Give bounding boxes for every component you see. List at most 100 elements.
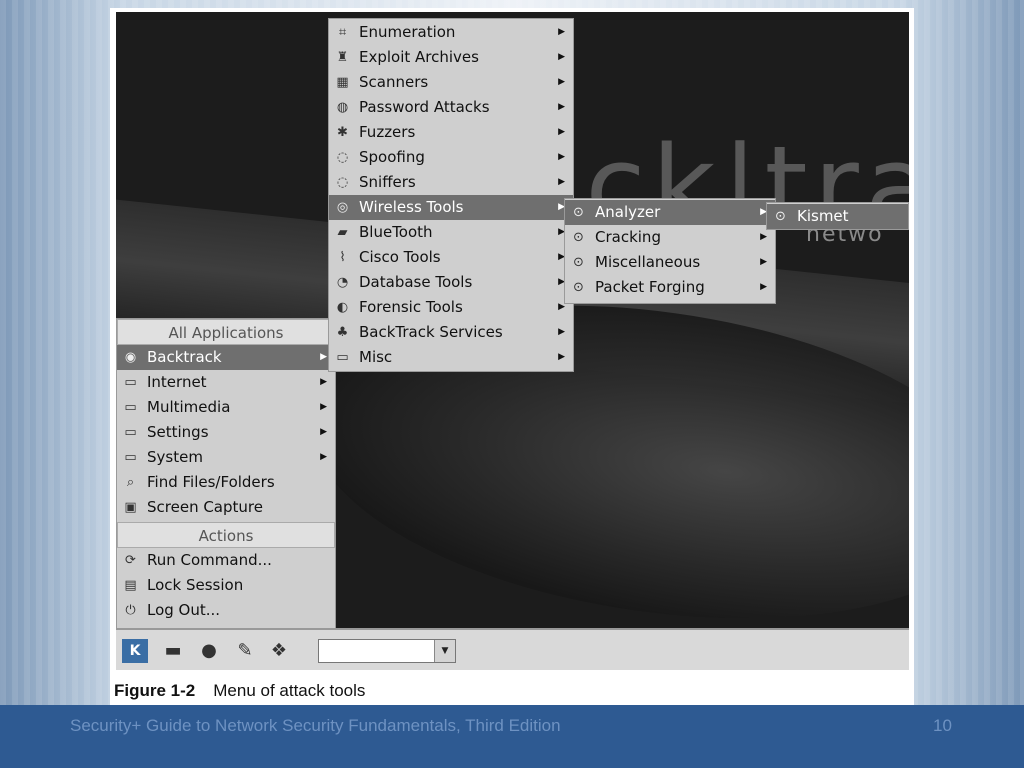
chevron-down-icon[interactable]: ▼ xyxy=(434,640,455,662)
folder-icon: ▭ xyxy=(336,350,349,365)
chevron-right-icon: ▶ xyxy=(320,377,327,387)
kde-start-icon[interactable]: K xyxy=(122,639,148,663)
menu-item-lock-session[interactable]: ▤ Lock Session xyxy=(117,573,335,598)
sniffer-icon: ◌ xyxy=(336,175,349,190)
database-icon: ◔ xyxy=(336,275,349,290)
logout-icon: ⏻ xyxy=(125,603,136,618)
menu-item-multimedia[interactable]: ▭ Multimedia ▶ xyxy=(117,395,335,420)
spoofing-icon: ◌ xyxy=(336,150,349,165)
chevron-right-icon: ▶ xyxy=(558,77,565,87)
menu-item-backtrack[interactable]: ◉ Backtrack ▶ xyxy=(117,345,335,370)
analyzer-submenu: ⊙ Kismet xyxy=(766,202,909,230)
chevron-right-icon: ▶ xyxy=(320,402,327,412)
footer-band xyxy=(0,705,1024,768)
menu-item-label: Internet xyxy=(147,373,207,391)
desktop-screenshot: back|tra netwo All Applications ◉ Backtra… xyxy=(116,12,909,629)
folder-icon: ▭ xyxy=(124,375,137,390)
antenna-icon: ⊙ xyxy=(573,280,584,295)
menu-item-label: Scanners xyxy=(359,73,429,91)
menu-item-password-attacks[interactable]: ◍ Password Attacks ▶ xyxy=(329,95,573,120)
menu-item-backtrack-services[interactable]: ♣ BackTrack Services ▶ xyxy=(329,320,573,345)
menu-item-label: Find Files/Folders xyxy=(147,473,275,491)
fuzzer-icon: ✱ xyxy=(337,125,348,140)
taskbar-combo-box[interactable]: ▼ xyxy=(318,639,456,663)
chevron-right-icon: ▶ xyxy=(320,452,327,462)
chevron-right-icon: ▶ xyxy=(558,52,565,62)
menu-item-miscellaneous[interactable]: ⊙ Miscellaneous ▶ xyxy=(565,250,775,275)
wireless-icon: ◎ xyxy=(336,200,349,215)
menu-item-cisco-tools[interactable]: ⌇ Cisco Tools ▶ xyxy=(329,245,573,270)
chevron-right-icon: ▶ xyxy=(558,152,565,162)
menu-item-find-files-folders[interactable]: ⌕ Find Files/Folders xyxy=(117,470,335,495)
chevron-right-icon: ▶ xyxy=(558,27,565,37)
chevron-right-icon: ▶ xyxy=(558,127,565,137)
menu-item-misc[interactable]: ▭ Misc ▶ xyxy=(329,345,573,370)
menu-item-forensic-tools[interactable]: ◐ Forensic Tools ▶ xyxy=(329,295,573,320)
menu-item-fuzzers[interactable]: ✱ Fuzzers ▶ xyxy=(329,120,573,145)
run-icon: ⟳ xyxy=(125,553,136,568)
chevron-right-icon: ▶ xyxy=(558,352,565,362)
backtrack-icon: ◉ xyxy=(124,350,137,365)
camera-icon: ▣ xyxy=(124,500,137,515)
menu-item-sniffers[interactable]: ◌ Sniffers ▶ xyxy=(329,170,573,195)
menu-item-enumeration[interactable]: ⌗ Enumeration ▶ xyxy=(329,20,573,45)
search-icon: ⌕ xyxy=(126,475,135,490)
menu-item-label: Multimedia xyxy=(147,398,231,416)
menu-item-label: Enumeration xyxy=(359,23,456,41)
menu-item-bluetooth[interactable]: ▰ BlueTooth ▶ xyxy=(329,220,573,245)
menu-item-exploit-archives[interactable]: ♜ Exploit Archives ▶ xyxy=(329,45,573,70)
page-number: 10 xyxy=(933,716,952,735)
chevron-right-icon: ▶ xyxy=(320,352,327,362)
chevron-right-icon: ▶ xyxy=(760,282,767,292)
menu-item-cracking[interactable]: ⊙ Cracking ▶ xyxy=(565,225,775,250)
folder-icon: ▭ xyxy=(124,400,137,415)
folder-icon: ▭ xyxy=(124,450,137,465)
menu-item-label: Backtrack xyxy=(147,348,222,366)
package-icon[interactable]: ❖ xyxy=(266,639,292,663)
menu-item-spoofing[interactable]: ◌ Spoofing ▶ xyxy=(329,145,573,170)
menu-item-label: Screen Capture xyxy=(147,498,263,516)
menu-header-actions: Actions xyxy=(117,522,335,548)
browser-icon[interactable]: ● xyxy=(196,639,222,663)
chevron-right-icon: ▶ xyxy=(558,177,565,187)
menu-item-internet[interactable]: ▭ Internet ▶ xyxy=(117,370,335,395)
network-icon[interactable]: ✎ xyxy=(232,639,258,663)
menu-item-label: Sniffers xyxy=(359,173,416,191)
password-icon: ◍ xyxy=(336,100,349,115)
menu-item-database-tools[interactable]: ◔ Database Tools ▶ xyxy=(329,270,573,295)
menu-item-label: Database Tools xyxy=(359,273,473,291)
services-icon: ♣ xyxy=(336,325,349,340)
menu-item-label: Cisco Tools xyxy=(359,248,441,266)
menu-item-label: Packet Forging xyxy=(595,278,705,296)
menu-item-label: System xyxy=(147,448,203,466)
menu-item-screen-capture[interactable]: ▣ Screen Capture xyxy=(117,495,335,520)
menu-header-all-applications: All Applications xyxy=(117,319,335,345)
menu-item-run-command[interactable]: ⟳ Run Command... xyxy=(117,548,335,573)
menu-item-label: Kismet xyxy=(797,207,849,225)
menu-item-label: Settings xyxy=(147,423,209,441)
menu-item-log-out[interactable]: ⏻ Log Out... xyxy=(117,598,335,623)
menu-item-label: Forensic Tools xyxy=(359,298,463,316)
figure-caption-text: Menu of attack tools xyxy=(213,681,366,700)
menu-item-label: Misc xyxy=(359,348,393,366)
menu-item-system[interactable]: ▭ System ▶ xyxy=(117,445,335,470)
menu-item-label: Log Out... xyxy=(147,601,221,619)
menu-item-wireless-tools[interactable]: ◎ Wireless Tools ▶ xyxy=(329,195,573,220)
menu-item-packet-forging[interactable]: ⊙ Packet Forging ▶ xyxy=(565,275,775,300)
taskbar: K ▬ ● ✎ ❖ ▼ xyxy=(116,628,909,670)
antenna-icon: ⊙ xyxy=(775,209,786,224)
menu-item-kismet[interactable]: ⊙ Kismet xyxy=(767,204,908,229)
menu-item-analyzer[interactable]: ⊙ Analyzer ▶ xyxy=(565,200,775,225)
menu-item-scanners[interactable]: ▦ Scanners ▶ xyxy=(329,70,573,95)
terminal-icon[interactable]: ▬ xyxy=(160,639,186,663)
menu-item-label: BackTrack Services xyxy=(359,323,503,341)
antenna-icon: ⊙ xyxy=(573,205,584,220)
menu-item-settings[interactable]: ▭ Settings ▶ xyxy=(117,420,335,445)
figure-frame: back|tra netwo All Applications ◉ Backtra… xyxy=(110,8,914,706)
menu-item-label: Run Command... xyxy=(147,551,272,569)
figure-label: Figure 1-2 xyxy=(114,681,196,700)
footer-title: Security+ Guide to Network Security Fund… xyxy=(70,716,561,735)
antenna-icon: ⊙ xyxy=(573,230,584,245)
chevron-right-icon: ▶ xyxy=(320,427,327,437)
scanner-icon: ▦ xyxy=(336,75,349,90)
